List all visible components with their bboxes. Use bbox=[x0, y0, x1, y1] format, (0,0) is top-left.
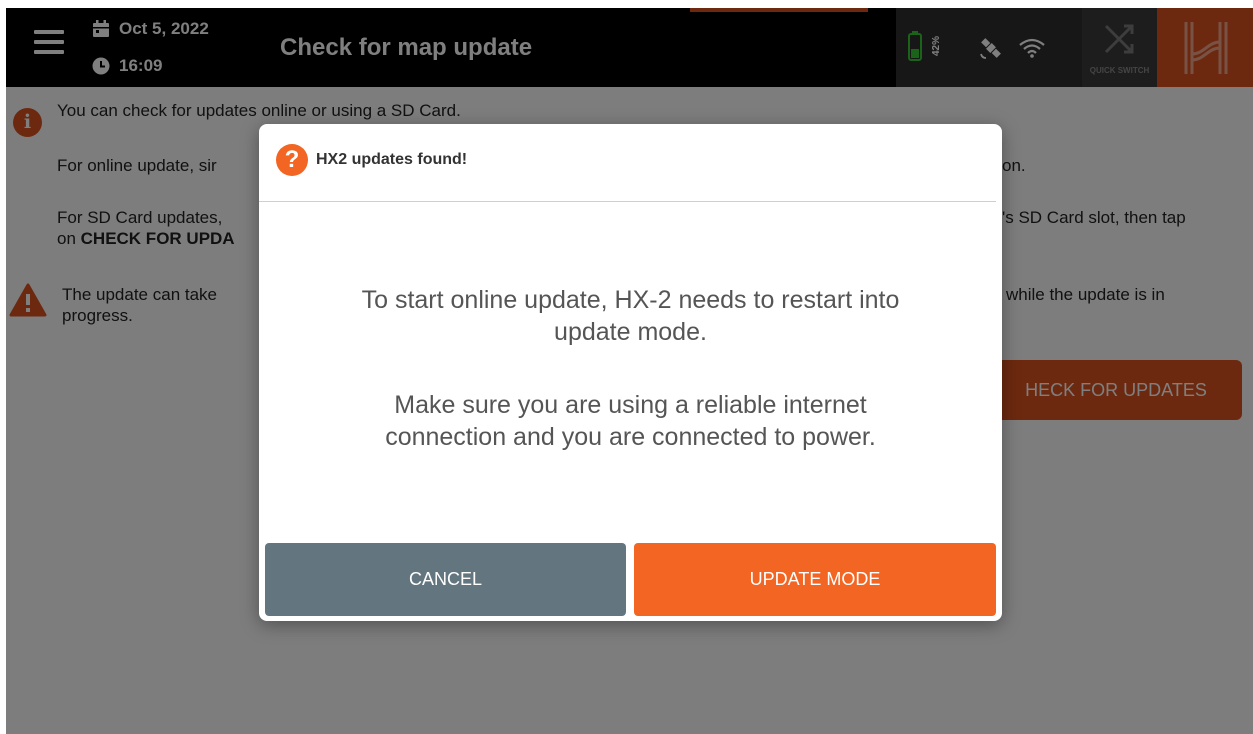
dialog-divider bbox=[259, 201, 996, 202]
update-dialog: ? HX2 updates found! To start online upd… bbox=[259, 124, 1002, 621]
update-mode-button[interactable]: UPDATE MODE bbox=[634, 543, 996, 616]
dialog-message-restart: To start online update, HX-2 needs to re… bbox=[361, 286, 900, 346]
app-screen: Oct 5, 2022 16:09 Check for map update 4… bbox=[6, 8, 1253, 734]
question-icon: ? bbox=[276, 144, 308, 176]
dialog-message-power: Make sure you are using a reliable inter… bbox=[385, 391, 876, 451]
dialog-title: HX2 updates found! bbox=[316, 151, 468, 168]
cancel-button[interactable]: CANCEL bbox=[265, 543, 626, 616]
